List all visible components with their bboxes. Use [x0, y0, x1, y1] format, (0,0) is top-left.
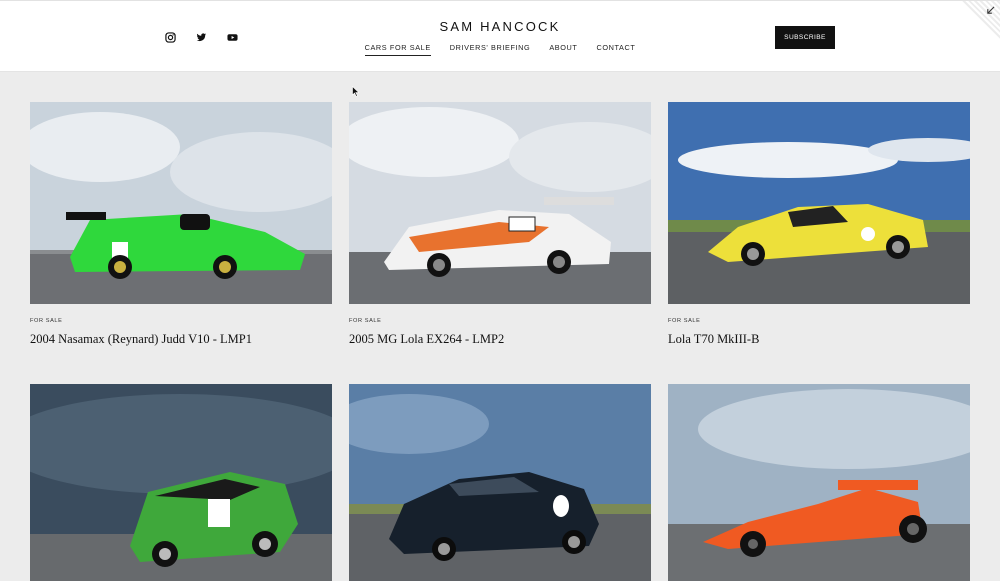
listing-title[interactable]: 2005 MG Lola EX264 - LMP2 [349, 332, 504, 347]
listing-status-label: FOR SALE [349, 318, 382, 324]
car-photo-aston [349, 384, 651, 581]
main-nav: CARS FOR SALE DRIVERS' BRIEFING ABOUT CO… [0, 43, 1000, 56]
mouse-cursor-icon [352, 86, 360, 97]
listing-card[interactable] [349, 384, 651, 581]
nav-contact[interactable]: CONTACT [596, 43, 635, 56]
car-photo-mg-lola [349, 102, 651, 304]
nav-cars-for-sale[interactable]: CARS FOR SALE [364, 43, 431, 56]
listing-photo[interactable] [349, 384, 651, 581]
nav-about[interactable]: ABOUT [549, 43, 577, 56]
car-photo-rover [30, 384, 332, 581]
listing-card[interactable]: FOR SALE 2004 Nasamax (Reynard) Judd V10… [30, 102, 332, 346]
subscribe-button[interactable]: SUBSCRIBE [775, 26, 835, 49]
listing-photo[interactable] [349, 102, 651, 304]
listing-title[interactable]: Lola T70 MkIII-B [668, 332, 759, 347]
listing-status-label: FOR SALE [30, 318, 63, 324]
collapse-arrow-icon[interactable] [986, 6, 995, 15]
site-header: SAM HANCOCK CARS FOR SALE DRIVERS' BRIEF… [0, 0, 1000, 72]
car-photo-march [668, 384, 970, 581]
listing-photo[interactable] [30, 102, 332, 304]
nav-drivers-briefing[interactable]: DRIVERS' BRIEFING [450, 43, 531, 56]
listing-title[interactable]: 2004 Nasamax (Reynard) Judd V10 - LMP1 [30, 332, 252, 347]
listing-photo[interactable] [668, 384, 970, 581]
site-logo[interactable]: SAM HANCOCK [0, 19, 1000, 34]
car-photo-lola-t70 [668, 102, 970, 304]
car-photo-nasamax [30, 102, 332, 304]
listing-card[interactable] [30, 384, 332, 581]
listing-card[interactable]: FOR SALE 2005 MG Lola EX264 - LMP2 [349, 102, 651, 346]
listing-card[interactable] [668, 384, 970, 581]
listing-photo[interactable] [30, 384, 332, 581]
listing-photo[interactable] [668, 102, 970, 304]
listing-status-label: FOR SALE [668, 318, 701, 324]
listing-card[interactable]: FOR SALE Lola T70 MkIII-B [668, 102, 970, 346]
